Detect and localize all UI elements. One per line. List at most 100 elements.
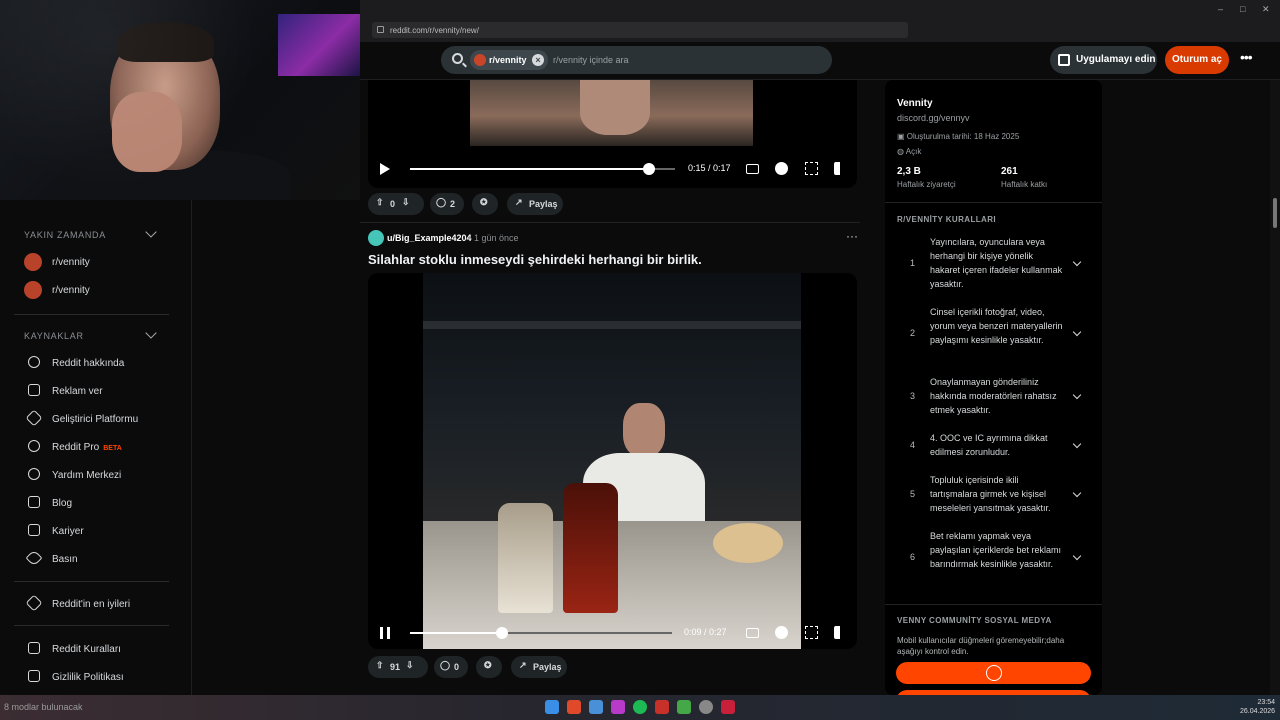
community-chip[interactable]: r/vennity × bbox=[470, 50, 548, 70]
volume-icon[interactable] bbox=[834, 626, 847, 639]
video-player[interactable]: 0:09 / 0:27 bbox=[368, 273, 857, 649]
start-icon[interactable] bbox=[545, 700, 559, 714]
comments-button[interactable]: ◯ 2 bbox=[430, 193, 464, 215]
social-button[interactable] bbox=[896, 662, 1091, 684]
system-clock[interactable]: 23:54 26.04.2026 bbox=[1240, 698, 1275, 716]
scrollbar-thumb[interactable] bbox=[1273, 198, 1277, 228]
app-icon[interactable] bbox=[699, 700, 713, 714]
app-icon[interactable] bbox=[677, 700, 691, 714]
video-frame-bottle bbox=[498, 503, 553, 613]
search-bar[interactable]: r/vennity × r/vennity içinde ara bbox=[441, 46, 832, 74]
spotify-icon[interactable] bbox=[633, 700, 647, 714]
volume-icon[interactable] bbox=[834, 162, 847, 175]
chevron-down-icon bbox=[1072, 488, 1082, 498]
captions-icon[interactable] bbox=[746, 628, 759, 638]
chevron-down-icon bbox=[1072, 551, 1082, 561]
captions-icon[interactable] bbox=[746, 164, 759, 174]
created-date-text: Oluşturulma tarihi: 18 Haz 2025 bbox=[906, 132, 1020, 141]
more-options-icon[interactable]: ••• bbox=[1240, 49, 1253, 65]
chevron-down-icon[interactable] bbox=[145, 226, 157, 238]
comments-button[interactable]: ◯ 0 bbox=[434, 656, 468, 678]
page-scrollbar[interactable] bbox=[1270, 80, 1280, 695]
comment-icon: ◯ bbox=[436, 197, 447, 207]
fullscreen-icon[interactable] bbox=[805, 162, 818, 175]
seek-bar-fill bbox=[410, 168, 649, 170]
press-icon bbox=[25, 549, 43, 567]
pause-icon[interactable] bbox=[380, 627, 390, 639]
sidebar-item-label: Yardım Merkezi bbox=[52, 470, 122, 481]
seek-handle[interactable] bbox=[496, 627, 508, 639]
post-author[interactable]: u/Big_Example4204 bbox=[387, 233, 472, 243]
rule-text: Onaylanmayan gönderiliniz hakkında moder… bbox=[930, 377, 1057, 415]
award-button[interactable]: ✪ bbox=[472, 193, 498, 215]
video-controls: 0:15 / 0:17 bbox=[368, 154, 857, 184]
share-button[interactable]: ↗ Paylaş bbox=[507, 193, 563, 215]
recent-item-label: r/vennity bbox=[52, 285, 90, 296]
video-frame-face bbox=[580, 80, 650, 135]
comment-icon: ◯ bbox=[440, 660, 451, 670]
sidebar-item-label: Kariyer bbox=[52, 526, 84, 537]
post-feed: 0:15 / 0:17 ⇧ 0 ⇩ ◯ 2 ✪ ↗ Paylaş u/Big_E… bbox=[360, 80, 870, 695]
settings-gear-icon[interactable] bbox=[775, 162, 788, 175]
seek-handle[interactable] bbox=[643, 163, 655, 175]
stat-value: 261 bbox=[1001, 166, 1018, 177]
seek-bar[interactable] bbox=[410, 163, 675, 175]
messenger-icon[interactable] bbox=[611, 700, 625, 714]
comment-count: 0 bbox=[454, 662, 460, 672]
close-icon[interactable]: × bbox=[532, 54, 544, 66]
upvote-icon[interactable]: ⇧ bbox=[376, 660, 384, 671]
post-title[interactable]: Silahlar stoklu inmeseydi şehirdeki herh… bbox=[368, 252, 702, 267]
rule-number: 6 bbox=[910, 552, 916, 562]
address-bar[interactable]: reddit.com/r/vennity/new/ bbox=[372, 22, 908, 38]
vote-pill: ⇧ 0 ⇩ bbox=[368, 193, 424, 215]
brave-browser-icon[interactable] bbox=[567, 700, 581, 714]
stat-label: Haftalık ziyaretçi bbox=[897, 180, 956, 189]
video-time: 0:09 / 0:27 bbox=[684, 627, 727, 637]
app-icon[interactable] bbox=[721, 700, 735, 714]
app-icon[interactable] bbox=[589, 700, 603, 714]
maximize-button[interactable]: □ bbox=[1240, 4, 1245, 14]
clock-time: 23:54 bbox=[1257, 699, 1276, 706]
sidebar-item-label: Reklam ver bbox=[52, 386, 103, 397]
community-avatar bbox=[24, 253, 42, 271]
video-frame-dish bbox=[713, 523, 783, 563]
get-app-button[interactable]: Uygulamayı edin bbox=[1050, 46, 1157, 74]
comment-count: 2 bbox=[450, 199, 456, 209]
recent-item-label: r/vennity bbox=[52, 257, 90, 268]
stat-value: 2,3 B bbox=[897, 166, 921, 177]
sidebar-item-label: Reddit'in en iyileri bbox=[52, 599, 131, 610]
user-avatar[interactable] bbox=[368, 230, 384, 246]
lock-icon bbox=[377, 26, 384, 33]
more-options-icon[interactable]: ··· bbox=[846, 229, 858, 243]
windows-taskbar: 8 modlar bulunacak 23:54 26.04.2026 bbox=[0, 695, 1280, 720]
close-button[interactable]: ✕ bbox=[1262, 4, 1270, 15]
video-player[interactable]: 0:15 / 0:17 bbox=[368, 80, 857, 188]
login-button[interactable]: Oturum aç bbox=[1165, 46, 1229, 74]
play-icon[interactable] bbox=[380, 163, 390, 175]
upvote-icon[interactable]: ⇧ bbox=[376, 197, 384, 208]
downvote-icon[interactable]: ⇩ bbox=[406, 660, 414, 671]
sidebar-item-label: Reddit hakkında bbox=[52, 358, 125, 369]
downvote-icon[interactable]: ⇩ bbox=[402, 197, 410, 208]
stat-label: Haftalık katkı bbox=[1001, 180, 1048, 189]
seek-bar[interactable] bbox=[410, 627, 672, 639]
chevron-down-icon bbox=[1072, 390, 1082, 400]
search-input[interactable]: r/vennity içinde ara bbox=[553, 55, 629, 65]
sidebar-item-label: Gizlilik Politikası bbox=[52, 672, 124, 683]
fullscreen-icon[interactable] bbox=[805, 626, 818, 639]
share-button[interactable]: ↗ Paylaş bbox=[511, 656, 567, 678]
book-icon bbox=[28, 642, 40, 654]
social-note: Mobil kullanıcılar düğmeleri göremeyebil… bbox=[897, 636, 1065, 656]
app-icon[interactable] bbox=[655, 700, 669, 714]
reddit-alien-icon bbox=[28, 356, 40, 368]
settings-gear-icon[interactable] bbox=[775, 626, 788, 639]
book-icon bbox=[28, 670, 40, 682]
community-link[interactable]: discord.gg/vennyv bbox=[897, 113, 970, 123]
stream-overlay-text: 8 modlar bulunacak bbox=[4, 702, 83, 712]
minimize-button[interactable]: – bbox=[1218, 4, 1223, 14]
share-icon: ↗ bbox=[519, 660, 527, 670]
chevron-down-icon[interactable] bbox=[145, 327, 157, 339]
award-button[interactable]: ✪ bbox=[476, 656, 502, 678]
rules-title: R/VENNİTY KURALLARI bbox=[897, 215, 997, 224]
rule-number: 2 bbox=[910, 328, 916, 338]
